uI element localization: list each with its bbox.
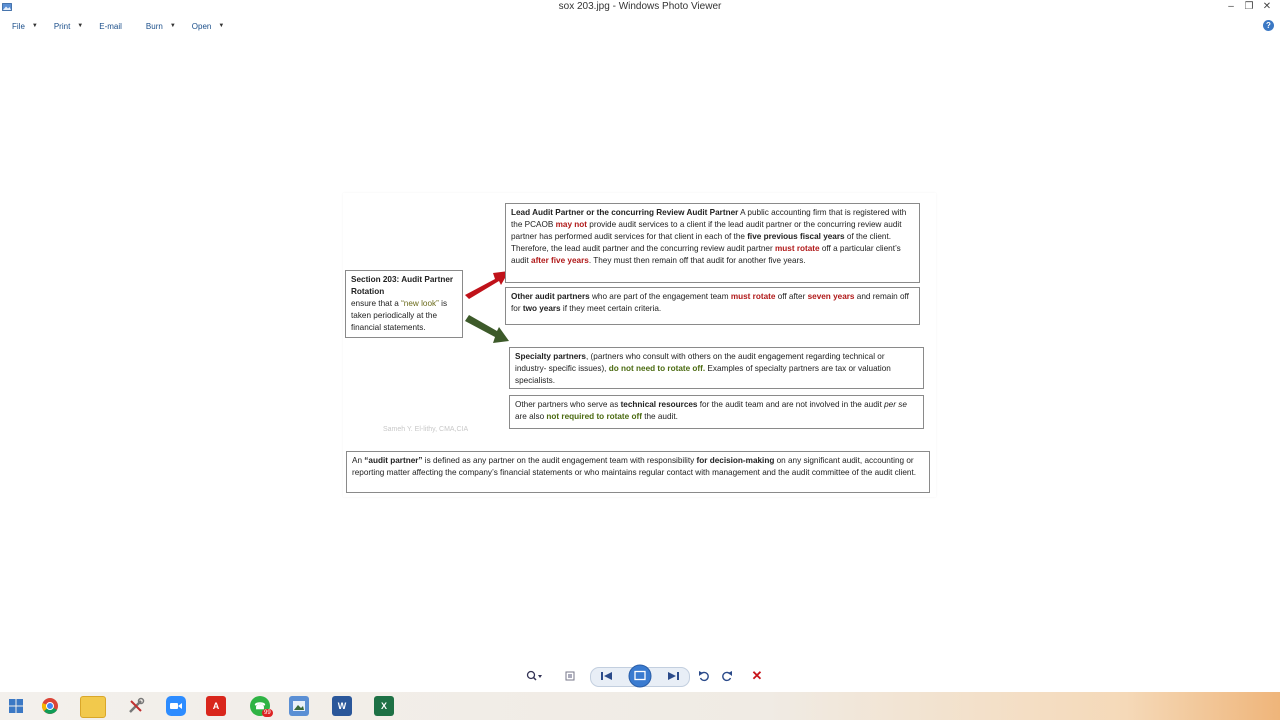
menu-burn[interactable]: Burn ▼ bbox=[146, 22, 176, 31]
lead-must-rotate: must rotate bbox=[774, 244, 820, 253]
audit-partner-definition-box: An “audit partner” is defined as any par… bbox=[346, 451, 930, 493]
green-arrow-icon bbox=[465, 315, 509, 343]
technical-text-1: Other partners who serve as bbox=[515, 400, 621, 409]
technical-not-required: not required to rotate off bbox=[546, 412, 642, 421]
rotate-right-icon[interactable] bbox=[719, 668, 735, 684]
chrome-icon[interactable] bbox=[40, 696, 60, 716]
zoom-app-icon[interactable] bbox=[166, 696, 186, 716]
menu-open-label: Open bbox=[191, 21, 212, 31]
menu-bar: File ▼ Print ▼ E-mail Burn ▼ Open ▼ bbox=[0, 17, 1280, 35]
window-title: sox 203.jpg - Windows Photo Viewer bbox=[558, 1, 722, 12]
title-bar: sox 203.jpg - Windows Photo Viewer – ❐ ✕ bbox=[0, 0, 1280, 16]
technical-per-se: per se bbox=[884, 400, 907, 409]
other-heading: Other audit partners bbox=[511, 292, 590, 301]
close-button[interactable]: ✕ bbox=[1258, 0, 1276, 14]
specialty-partners-box: Specialty partners, (partners who consul… bbox=[509, 347, 924, 389]
specialty-do-not-rotate: do not need to rotate off. bbox=[608, 364, 706, 373]
menu-burn-label: Burn bbox=[145, 21, 163, 31]
technical-resources-box: Other partners who serve as technical re… bbox=[509, 395, 924, 429]
next-icon[interactable] bbox=[664, 668, 682, 684]
menu-print[interactable]: Print ▼ bbox=[54, 22, 83, 31]
lead-after-five-years: after five years bbox=[531, 256, 589, 265]
zoom-icon[interactable] bbox=[522, 668, 546, 684]
chevron-down-icon: ▼ bbox=[31, 23, 38, 29]
slideshow-icon[interactable] bbox=[626, 664, 654, 688]
definition-audit-partner: “audit partner” bbox=[364, 456, 423, 465]
chevron-down-icon: ▼ bbox=[77, 23, 84, 29]
menu-open[interactable]: Open ▼ bbox=[192, 22, 225, 31]
excel-icon[interactable]: X bbox=[374, 696, 394, 716]
rotate-left-icon[interactable] bbox=[696, 668, 712, 684]
arrows-graphic bbox=[465, 271, 509, 343]
menu-file-label: File bbox=[12, 21, 25, 31]
lead-audit-partner-box: Lead Audit Partner or the concurring Rev… bbox=[505, 203, 920, 283]
windows-start-icon[interactable] bbox=[6, 696, 26, 716]
technical-resources-label: technical resources bbox=[620, 400, 698, 409]
other-text-1: who are part of the engagement team bbox=[589, 292, 731, 301]
menu-print-label: Print bbox=[53, 21, 71, 31]
other-two-years: two years bbox=[522, 304, 561, 313]
menu-email-label: E-mail bbox=[99, 21, 122, 31]
other-text-2: off after bbox=[775, 292, 808, 301]
acrobat-icon[interactable]: A bbox=[206, 696, 226, 716]
actual-size-icon[interactable] bbox=[562, 668, 578, 684]
menu-email[interactable]: E-mail bbox=[99, 22, 122, 31]
minimize-button[interactable]: – bbox=[1222, 0, 1240, 14]
lead-text-5: . They must then remain off that audit f… bbox=[588, 256, 806, 265]
taskbar bbox=[0, 692, 1280, 720]
menu-file[interactable]: File ▼ bbox=[12, 22, 38, 31]
file-explorer-icon[interactable] bbox=[80, 696, 106, 718]
technical-text-4: the audit. bbox=[641, 412, 678, 421]
other-text-4: if they meet certain criteria. bbox=[560, 304, 662, 313]
restore-button[interactable]: ❐ bbox=[1240, 0, 1258, 14]
definition-text-1: An bbox=[352, 456, 365, 465]
section-title: Section 203: Audit Partner Rotation bbox=[351, 275, 454, 296]
specialty-heading: Specialty partners bbox=[515, 352, 586, 361]
tools-icon[interactable] bbox=[126, 696, 146, 716]
watermark: Sameh Y. El-lithy, CMA,CIA bbox=[383, 426, 469, 433]
other-must-rotate: must rotate bbox=[730, 292, 776, 301]
definition-decision-making: for decision-making bbox=[696, 456, 775, 465]
chevron-down-icon: ▼ bbox=[169, 23, 176, 29]
previous-icon[interactable] bbox=[598, 668, 616, 684]
technical-text-3: are also bbox=[515, 412, 547, 421]
word-icon[interactable]: W bbox=[332, 696, 352, 716]
red-arrow-icon bbox=[465, 271, 509, 299]
chevron-down-icon: ▼ bbox=[218, 23, 225, 29]
photo-viewer-icon[interactable] bbox=[289, 696, 309, 716]
whatsapp-badge: 99 bbox=[262, 709, 273, 717]
section-203-box: Section 203: Audit Partner Rotation ensu… bbox=[345, 270, 463, 338]
lead-five-years: five previous fiscal years bbox=[747, 232, 845, 241]
delete-icon[interactable]: ✕ bbox=[749, 668, 765, 684]
section-text-pre: ensure that a bbox=[351, 299, 402, 308]
help-icon[interactable]: ? bbox=[1263, 20, 1274, 31]
other-seven-years: seven years bbox=[807, 292, 855, 301]
new-look-text: “new look” bbox=[401, 299, 439, 308]
lead-heading: Lead Audit Partner or the concurring Rev… bbox=[511, 208, 739, 217]
definition-text-2: is defined as any partner on the audit e… bbox=[422, 456, 697, 465]
displayed-image: Section 203: Audit Partner Rotation ensu… bbox=[343, 193, 936, 497]
lead-may-not: may not bbox=[555, 220, 588, 229]
other-audit-partners-box: Other audit partners who are part of the… bbox=[505, 287, 920, 325]
technical-text-2: for the audit team and are not involved … bbox=[697, 400, 885, 409]
